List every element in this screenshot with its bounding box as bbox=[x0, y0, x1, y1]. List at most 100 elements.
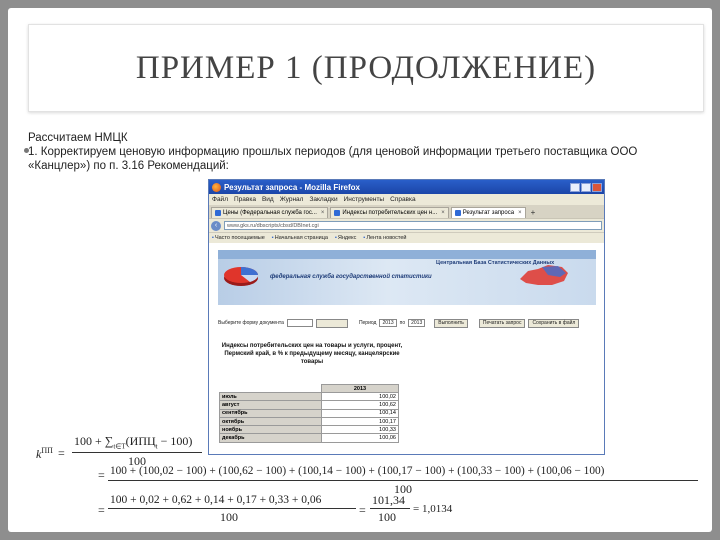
choose-form-label: Выберите форму документа bbox=[218, 320, 284, 326]
month-cell: сентябрь bbox=[219, 408, 322, 418]
table-header-year: 2013 bbox=[321, 384, 399, 393]
russia-map-icon bbox=[520, 265, 568, 285]
frac2-bar bbox=[108, 480, 698, 481]
frac1-bar bbox=[72, 452, 202, 453]
menu-edit[interactable]: Правка bbox=[234, 196, 256, 203]
frac3-bar bbox=[108, 508, 356, 509]
formula-eq-3: = bbox=[98, 503, 105, 517]
formula-eq-4: = bbox=[359, 503, 366, 517]
tab-label: Цены (Федеральная служба гос... bbox=[223, 210, 317, 216]
browser-menubar: Файл Правка Вид Журнал Закладки Инструме… bbox=[209, 194, 604, 205]
page-favicon-icon bbox=[215, 210, 221, 216]
tab-label: Индексы потребительских цен н... bbox=[342, 210, 438, 216]
month-cell: август bbox=[219, 400, 322, 410]
table-row: октябрь 100,17 bbox=[219, 416, 399, 427]
query-form: Выберите форму документа Период 2013 по … bbox=[218, 317, 603, 329]
table-title: Индексы потребительских цен на товары и … bbox=[221, 343, 403, 365]
table-row: июль 100,02 bbox=[219, 391, 399, 402]
period-label: Период bbox=[358, 320, 377, 326]
tab-label: Результат запроса bbox=[462, 210, 515, 216]
frac4-numerator: 101,34 bbox=[372, 493, 405, 507]
table-row: сентябрь 100,14 bbox=[219, 408, 399, 418]
to-label: по bbox=[399, 320, 406, 326]
bullet-icon bbox=[24, 148, 29, 153]
pie-logo-icon bbox=[224, 267, 259, 286]
bookmarks-toolbar: Часто посещаемые Начальная страница Янде… bbox=[209, 232, 604, 243]
window-controls bbox=[570, 182, 604, 192]
bookmark-yandex[interactable]: Яндекс bbox=[335, 235, 357, 241]
tab-close-icon[interactable]: × bbox=[518, 210, 522, 216]
back-icon[interactable]: ‹ bbox=[211, 220, 221, 231]
menu-file[interactable]: Файл bbox=[212, 196, 228, 203]
formula-result: = 1,0134 bbox=[413, 503, 453, 515]
bookmark-start-page[interactable]: Начальная страница bbox=[272, 235, 328, 241]
frac2-numerator: 100 + (100,02 − 100) + (100,62 − 100) + … bbox=[110, 465, 605, 477]
formula-eq-1: = bbox=[58, 446, 65, 460]
form-select[interactable] bbox=[286, 319, 313, 327]
browser-tabbar: Цены (Федеральная служба гос... × Индекс… bbox=[209, 205, 604, 218]
frac4-bar bbox=[370, 508, 410, 509]
year-from-select[interactable]: 2013 bbox=[379, 319, 397, 327]
tab-query-result[interactable]: Результат запроса × bbox=[450, 207, 526, 218]
value-cell: 100,02 bbox=[321, 391, 399, 402]
browser-window: Результат запроса - Mozilla Firefox Файл… bbox=[208, 179, 605, 455]
formula-lhs: kПП bbox=[36, 446, 53, 462]
slide: ПРИМЕР 1 (ПРОДОЛЖЕНИЕ) Рассчитаем НМЦК 1… bbox=[8, 8, 712, 532]
frac1-num-b: (ИПЦ bbox=[125, 434, 156, 448]
gks-banner: федеральная служба государственной стати… bbox=[218, 250, 596, 305]
body-line-2: 1. Корректируем ценовую информацию прошл… bbox=[28, 146, 638, 172]
address-bar: ‹ www.gks.ru/dbscripts/cbsd/DBInet.cgi bbox=[209, 218, 604, 232]
formula-lhs-sup: ПП bbox=[41, 446, 53, 455]
minimize-icon[interactable] bbox=[570, 182, 580, 192]
slide-title: ПРИМЕР 1 (ПРОДОЛЖЕНИЕ) bbox=[135, 49, 597, 86]
tab-close-icon[interactable]: × bbox=[321, 210, 325, 216]
tab-prices[interactable]: Цены (Федеральная служба гос... × bbox=[211, 207, 329, 218]
year-to-select[interactable]: 2013 bbox=[408, 319, 426, 327]
value-cell: 100,62 bbox=[321, 400, 399, 410]
menu-bookmarks[interactable]: Закладки bbox=[309, 196, 337, 203]
table-row: август 100,62 bbox=[219, 400, 399, 410]
maximize-icon[interactable] bbox=[581, 182, 591, 192]
ok-button[interactable] bbox=[315, 318, 348, 328]
slide-body: Рассчитаем НМЦК 1. Корректируем ценовую … bbox=[28, 131, 698, 173]
tab-cpi[interactable]: Индексы потребительских цен н... × bbox=[330, 207, 449, 218]
frac1-num-c: − 100) bbox=[157, 434, 193, 448]
title-box: ПРИМЕР 1 (ПРОДОЛЖЕНИЕ) bbox=[28, 24, 704, 112]
month-cell: июль bbox=[219, 391, 322, 402]
banner-stripe bbox=[218, 250, 596, 259]
menu-help[interactable]: Справка bbox=[390, 196, 416, 203]
page-content: федеральная служба государственной стати… bbox=[209, 243, 604, 454]
formula: kПП = 100 + ∑t∈T(ИПЦt − 100) 100 = 100 +… bbox=[36, 428, 706, 528]
formula-eq-2: = bbox=[98, 468, 105, 482]
save-to-file-button[interactable]: Сохранить в файл bbox=[528, 318, 580, 328]
table-header-row: 2013 bbox=[219, 384, 399, 393]
month-cell: октябрь bbox=[219, 416, 322, 427]
value-cell: 100,14 bbox=[321, 408, 399, 418]
url-field[interactable]: www.gks.ru/dbscripts/cbsd/DBInet.cgi bbox=[224, 221, 602, 230]
bookmark-most-visited[interactable]: Часто посещаемые bbox=[212, 235, 265, 241]
bookmark-news-feed[interactable]: Лента новостей bbox=[363, 235, 406, 241]
frac1-num-a: 100 + ∑ bbox=[74, 434, 114, 448]
frac4-denominator: 100 bbox=[378, 510, 396, 524]
print-query-button[interactable]: Печатать запрос bbox=[478, 318, 526, 328]
menu-history[interactable]: Журнал bbox=[280, 196, 304, 203]
value-cell: 100,17 bbox=[321, 416, 399, 427]
firefox-icon bbox=[212, 182, 221, 192]
agency-name: федеральная служба государственной стати… bbox=[270, 274, 432, 280]
browser-titlebar: Результат запроса - Mozilla Firefox bbox=[209, 180, 604, 194]
new-tab-icon[interactable]: + bbox=[531, 208, 536, 217]
menu-view[interactable]: Вид bbox=[262, 196, 274, 203]
frac1-numerator: 100 + ∑t∈T(ИПЦt − 100) bbox=[74, 434, 192, 450]
body-line-1: Рассчитаем НМЦК bbox=[28, 132, 128, 144]
page-favicon-icon bbox=[454, 210, 461, 216]
close-icon[interactable] bbox=[592, 182, 602, 192]
page-favicon-icon bbox=[334, 210, 341, 216]
frac3-denominator: 100 bbox=[220, 510, 238, 524]
tab-close-icon[interactable]: × bbox=[441, 210, 445, 216]
table-header-empty bbox=[219, 384, 322, 393]
frac3-numerator: 100 + 0,02 + 0,62 + 0,14 + 0,17 + 0,33 +… bbox=[110, 494, 322, 506]
frac1-num-sub: t∈T bbox=[113, 442, 126, 451]
execute-button[interactable]: Выполнить bbox=[434, 318, 468, 328]
menu-tools[interactable]: Инструменты bbox=[344, 196, 385, 203]
browser-window-title: Результат запроса - Mozilla Firefox bbox=[224, 182, 360, 192]
